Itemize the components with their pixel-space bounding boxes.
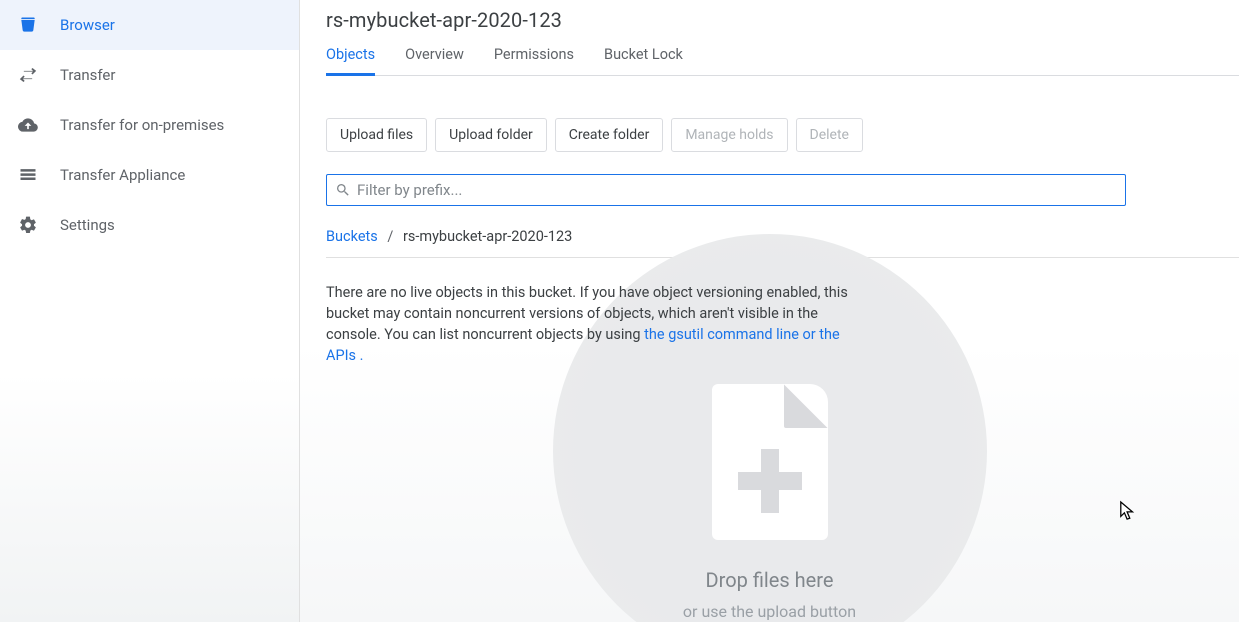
breadcrumb-root[interactable]: Buckets	[326, 228, 378, 245]
filter-input[interactable]	[351, 175, 1117, 205]
search-icon	[335, 182, 351, 198]
transfer-icon	[18, 65, 38, 85]
cloud-upload-icon	[18, 115, 38, 135]
filter-container[interactable]	[326, 174, 1126, 206]
sidebar: Browser Transfer Transfer for on-premise…	[0, 0, 300, 622]
breadcrumb-sep: /	[387, 228, 393, 245]
sidebar-item-label: Browser	[60, 16, 115, 34]
sidebar-item-browser[interactable]: Browser	[0, 0, 299, 50]
breadcrumb-current: rs-mybucket-apr-2020-123	[403, 228, 572, 245]
gear-icon	[18, 215, 38, 235]
drop-text-secondary: or use the upload button	[683, 602, 856, 621]
drop-text-primary: Drop files here	[706, 568, 834, 592]
sidebar-item-transfer-appliance[interactable]: Transfer Appliance	[0, 150, 299, 200]
sidebar-item-settings[interactable]: Settings	[0, 200, 299, 250]
empty-bucket-message: There are no live objects in this bucket…	[326, 282, 866, 366]
sidebar-item-label: Transfer	[60, 66, 115, 84]
tab-overview[interactable]: Overview	[405, 46, 464, 75]
bucket-icon	[18, 15, 38, 35]
manage-holds-button: Manage holds	[671, 118, 787, 152]
action-buttons: Upload files Upload folder Create folder…	[326, 118, 1239, 152]
cursor-icon	[1119, 500, 1137, 522]
sidebar-item-transfer-onprem[interactable]: Transfer for on-premises	[0, 100, 299, 150]
tab-permissions[interactable]: Permissions	[494, 46, 574, 75]
tab-objects[interactable]: Objects	[326, 46, 375, 76]
sidebar-item-label: Transfer for on-premises	[60, 116, 224, 134]
upload-files-button[interactable]: Upload files	[326, 118, 427, 152]
tab-bucket-lock[interactable]: Bucket Lock	[604, 46, 683, 75]
sidebar-item-label: Settings	[60, 216, 115, 234]
sidebar-item-label: Transfer Appliance	[60, 166, 185, 184]
create-folder-button[interactable]: Create folder	[555, 118, 664, 152]
upload-folder-button[interactable]: Upload folder	[435, 118, 547, 152]
page-title: rs-mybucket-apr-2020-123	[326, 8, 1239, 32]
file-add-icon	[712, 384, 828, 540]
sidebar-item-transfer[interactable]: Transfer	[0, 50, 299, 100]
main-content: Drop files here or use the upload button…	[300, 0, 1239, 622]
tabs: Objects Overview Permissions Bucket Lock	[326, 46, 1239, 76]
delete-button: Delete	[796, 118, 863, 152]
appliance-icon	[18, 165, 38, 185]
